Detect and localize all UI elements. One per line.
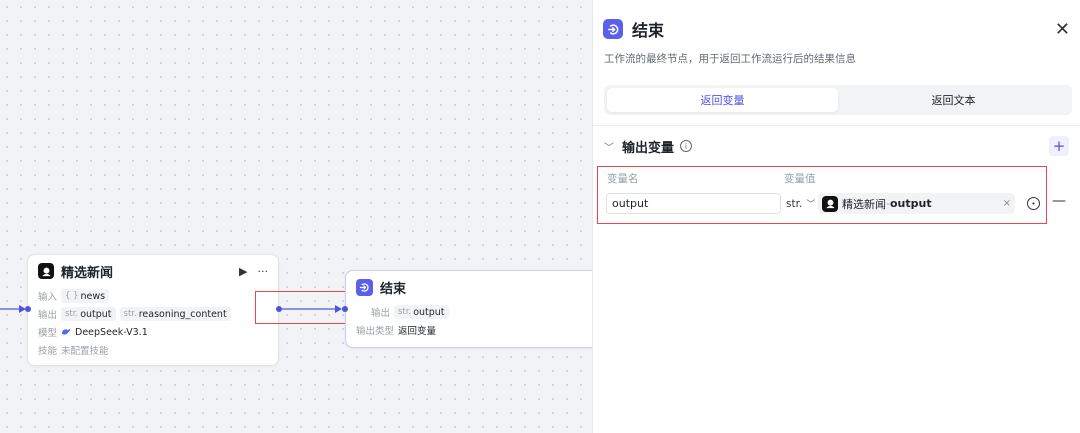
end-node-input-port[interactable] [342, 306, 348, 312]
news-node-title: 精选新闻 [61, 265, 114, 281]
ref-var-name: output [889, 197, 932, 210]
output-type: str. [398, 307, 412, 317]
output-kind-value: 返回变量 [398, 326, 437, 337]
skill-value: 未配置技能 [61, 346, 109, 357]
input-label: 输入 [38, 292, 58, 303]
skill-label: 技能 [38, 346, 58, 357]
type-value: str. [786, 197, 803, 210]
tab-return-text[interactable]: 返回文本 [838, 88, 1069, 112]
run-icon[interactable]: ▶ [239, 265, 247, 278]
deepseek-avatar-icon [822, 195, 838, 212]
output-type: str. [65, 309, 79, 319]
ref-node-name: 精选新闻 [842, 197, 886, 211]
col-name-label: 变量名 [607, 173, 639, 185]
clear-icon[interactable]: × [1003, 198, 1011, 209]
divider [593, 125, 1080, 126]
input-value: news [80, 290, 106, 302]
section-title: 输出变量 [622, 140, 675, 156]
output-tag: str. output [61, 307, 116, 321]
output-label: 输出 [371, 308, 391, 319]
output-value: output [413, 306, 445, 318]
close-icon[interactable]: ✕ [1055, 19, 1070, 40]
tab-return-variable[interactable]: 返回变量 [607, 88, 838, 112]
connection-lines [0, 305, 342, 313]
model-label: 模型 [38, 328, 58, 339]
output-name: reasoning_content [138, 308, 227, 320]
end-node-title: 结束 [380, 281, 407, 297]
output-tag: str. output [394, 305, 449, 319]
end-node-icon [356, 278, 373, 296]
panel-title: 结束 [632, 21, 665, 40]
news-node[interactable]: 精选新闻 ▶ ··· 输入 { } news 输出 str. output st… [27, 254, 279, 366]
variable-reference[interactable]: 精选新闻 - output × [818, 193, 1015, 214]
news-node-input-port[interactable] [25, 306, 31, 312]
remove-variable-button[interactable]: — [1052, 193, 1066, 209]
add-variable-button[interactable]: + [1049, 136, 1069, 156]
input-type: { } [65, 291, 79, 301]
return-mode-tabs: 返回变量 返回文本 [604, 85, 1072, 115]
model-value: DeepSeek-V3.1 [75, 326, 148, 338]
chevron-down-icon: ﹀ [806, 200, 816, 210]
output-name: output [80, 308, 112, 320]
end-node-panel: 结束 ✕ 工作流的最终节点，用于返回工作流运行后的结果信息 返回变量 返回文本 … [592, 0, 1080, 433]
panel-description: 工作流的最终节点，用于返回工作流运行后的结果信息 [604, 53, 856, 65]
col-value-label: 变量值 [784, 173, 816, 185]
end-node-icon [603, 19, 623, 39]
variable-type-select[interactable]: str. ﹀ [786, 193, 815, 214]
whale-icon [61, 328, 71, 336]
chevron-down-icon[interactable]: ﹀ [604, 139, 614, 154]
output-type: str. [123, 309, 137, 319]
output-kind-label: 输出类型 [356, 326, 395, 337]
more-icon[interactable]: ··· [258, 265, 269, 278]
settings-circle-icon[interactable]: • [1027, 197, 1040, 210]
output-label: 输出 [38, 310, 58, 321]
deepseek-avatar-icon [38, 263, 54, 279]
workflow-canvas[interactable]: 精选新闻 ▶ ··· 输入 { } news 输出 str. output st… [0, 0, 592, 433]
variable-name-input[interactable] [606, 193, 781, 214]
end-node[interactable]: 结束 输出 str. output 输出类型 返回变量 [345, 270, 592, 348]
info-icon[interactable]: i [680, 140, 693, 152]
input-tag: { } news [61, 289, 110, 303]
output-tag: str. reasoning_content [119, 307, 231, 321]
